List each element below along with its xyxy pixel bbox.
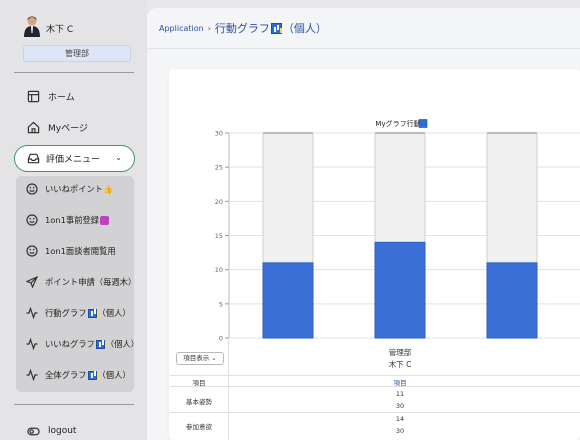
divider: [14, 72, 134, 73]
submenu-item-label: ポイント申請（毎週木）: [45, 277, 137, 287]
avatar: [24, 16, 40, 37]
submenu-item-point-request[interactable]: ポイント申請（毎週木）: [26, 274, 136, 290]
bar-chart-icon: [270, 22, 282, 34]
submenu-item-1on1-register[interactable]: 1on1事前登録: [26, 212, 110, 228]
breadcrumb: Application › 行動グラフ （個人）: [159, 20, 327, 36]
table-header-name: 木下 C: [388, 360, 412, 369]
table-cell: 11: [395, 390, 405, 398]
table-cell: 30: [395, 427, 405, 435]
sidebar: 木下 C 管理部 ホーム Myページ 評価メニュー ⌄ いいねポイント 👍 1on…: [0, 0, 147, 440]
activity-icon: [26, 307, 38, 319]
submenu-item-label: 1on1事前登録: [45, 215, 100, 225]
submenu-item-label: いいねポイント: [45, 184, 104, 194]
submenu-item-overall-graph[interactable]: 全体グラフ （個人）: [26, 367, 131, 383]
send-icon: [26, 276, 38, 288]
home-icon: [26, 120, 40, 134]
submenu-item-label: 1on1面談者閲覧用: [45, 246, 116, 256]
department-badge: 管理部: [23, 45, 131, 62]
memo-icon: [100, 215, 110, 225]
table-divider: [228, 340, 229, 440]
evaluation-submenu: いいねポイント 👍 1on1事前登録 1on1面談者閲覧用 ポイント申請（毎週木）…: [16, 176, 139, 392]
nav-logout-label: logout: [48, 426, 77, 436]
bar-chart-icon: [87, 308, 97, 318]
submenu-item-tail: （個人）: [97, 370, 131, 380]
chevron-down-icon: ⌄: [115, 153, 122, 162]
evaluation-menu-label: 評価メニュー: [46, 155, 101, 165]
breadcrumb-current-tail: （個人）: [282, 22, 327, 35]
submenu-item-tail: （個人）: [105, 339, 139, 349]
table-divider: [170, 386, 580, 387]
table-cell: 30: [395, 402, 405, 410]
evaluation-menu-toggle[interactable]: 評価メニュー ⌄: [14, 145, 135, 172]
items-display-toggle[interactable]: 項目表示 ⌄: [176, 352, 224, 365]
table-cell: 14: [395, 415, 405, 423]
table-row-label: 基本姿勢: [186, 398, 212, 406]
smile-icon: [26, 245, 38, 257]
submenu-item-action-graph[interactable]: 行動グラフ （個人）: [26, 305, 131, 321]
bar-chart-icon: [87, 370, 97, 380]
submenu-item-label: いいねグラフ: [45, 339, 95, 349]
nav-mypage[interactable]: Myページ: [26, 118, 88, 136]
submenu-item-tail: （個人）: [97, 308, 131, 318]
breadcrumb-divider: [147, 48, 580, 49]
user-name: 木下 C: [46, 25, 74, 35]
activity-icon: [26, 338, 38, 350]
bar-chart-icon: [95, 339, 105, 349]
breadcrumb-separator: ›: [207, 23, 211, 33]
table-header-department: 管理部: [388, 348, 412, 357]
nav-mypage-label: Myページ: [48, 123, 88, 134]
breadcrumb-root[interactable]: Application: [159, 24, 204, 33]
submenu-item-1on1-viewer[interactable]: 1on1面談者閲覧用: [26, 243, 116, 259]
thumbs-up-icon: 👍: [103, 184, 114, 194]
table-divider: [170, 375, 580, 376]
submenu-item-like-graph[interactable]: いいねグラフ （個人）: [26, 336, 139, 352]
smile-icon: [26, 183, 38, 195]
table-row-label: 参加意欲: [186, 423, 212, 431]
divider: [14, 404, 134, 405]
smile-icon: [26, 214, 38, 226]
submenu-item-like-points[interactable]: いいねポイント 👍: [26, 181, 113, 197]
breadcrumb-current: 行動グラフ: [214, 22, 270, 35]
nav-logout[interactable]: logout: [26, 422, 76, 440]
activity-icon: [26, 369, 38, 381]
submenu-item-label: 全体グラフ: [45, 370, 87, 380]
nav-home[interactable]: ホーム: [26, 87, 75, 105]
nav-home-label: ホーム: [48, 92, 75, 103]
table-divider: [170, 412, 580, 413]
submenu-item-label: 行動グラフ: [45, 308, 87, 318]
toggle-icon: [26, 424, 40, 438]
inbox-icon: [27, 153, 40, 164]
layout-icon: [26, 89, 40, 103]
